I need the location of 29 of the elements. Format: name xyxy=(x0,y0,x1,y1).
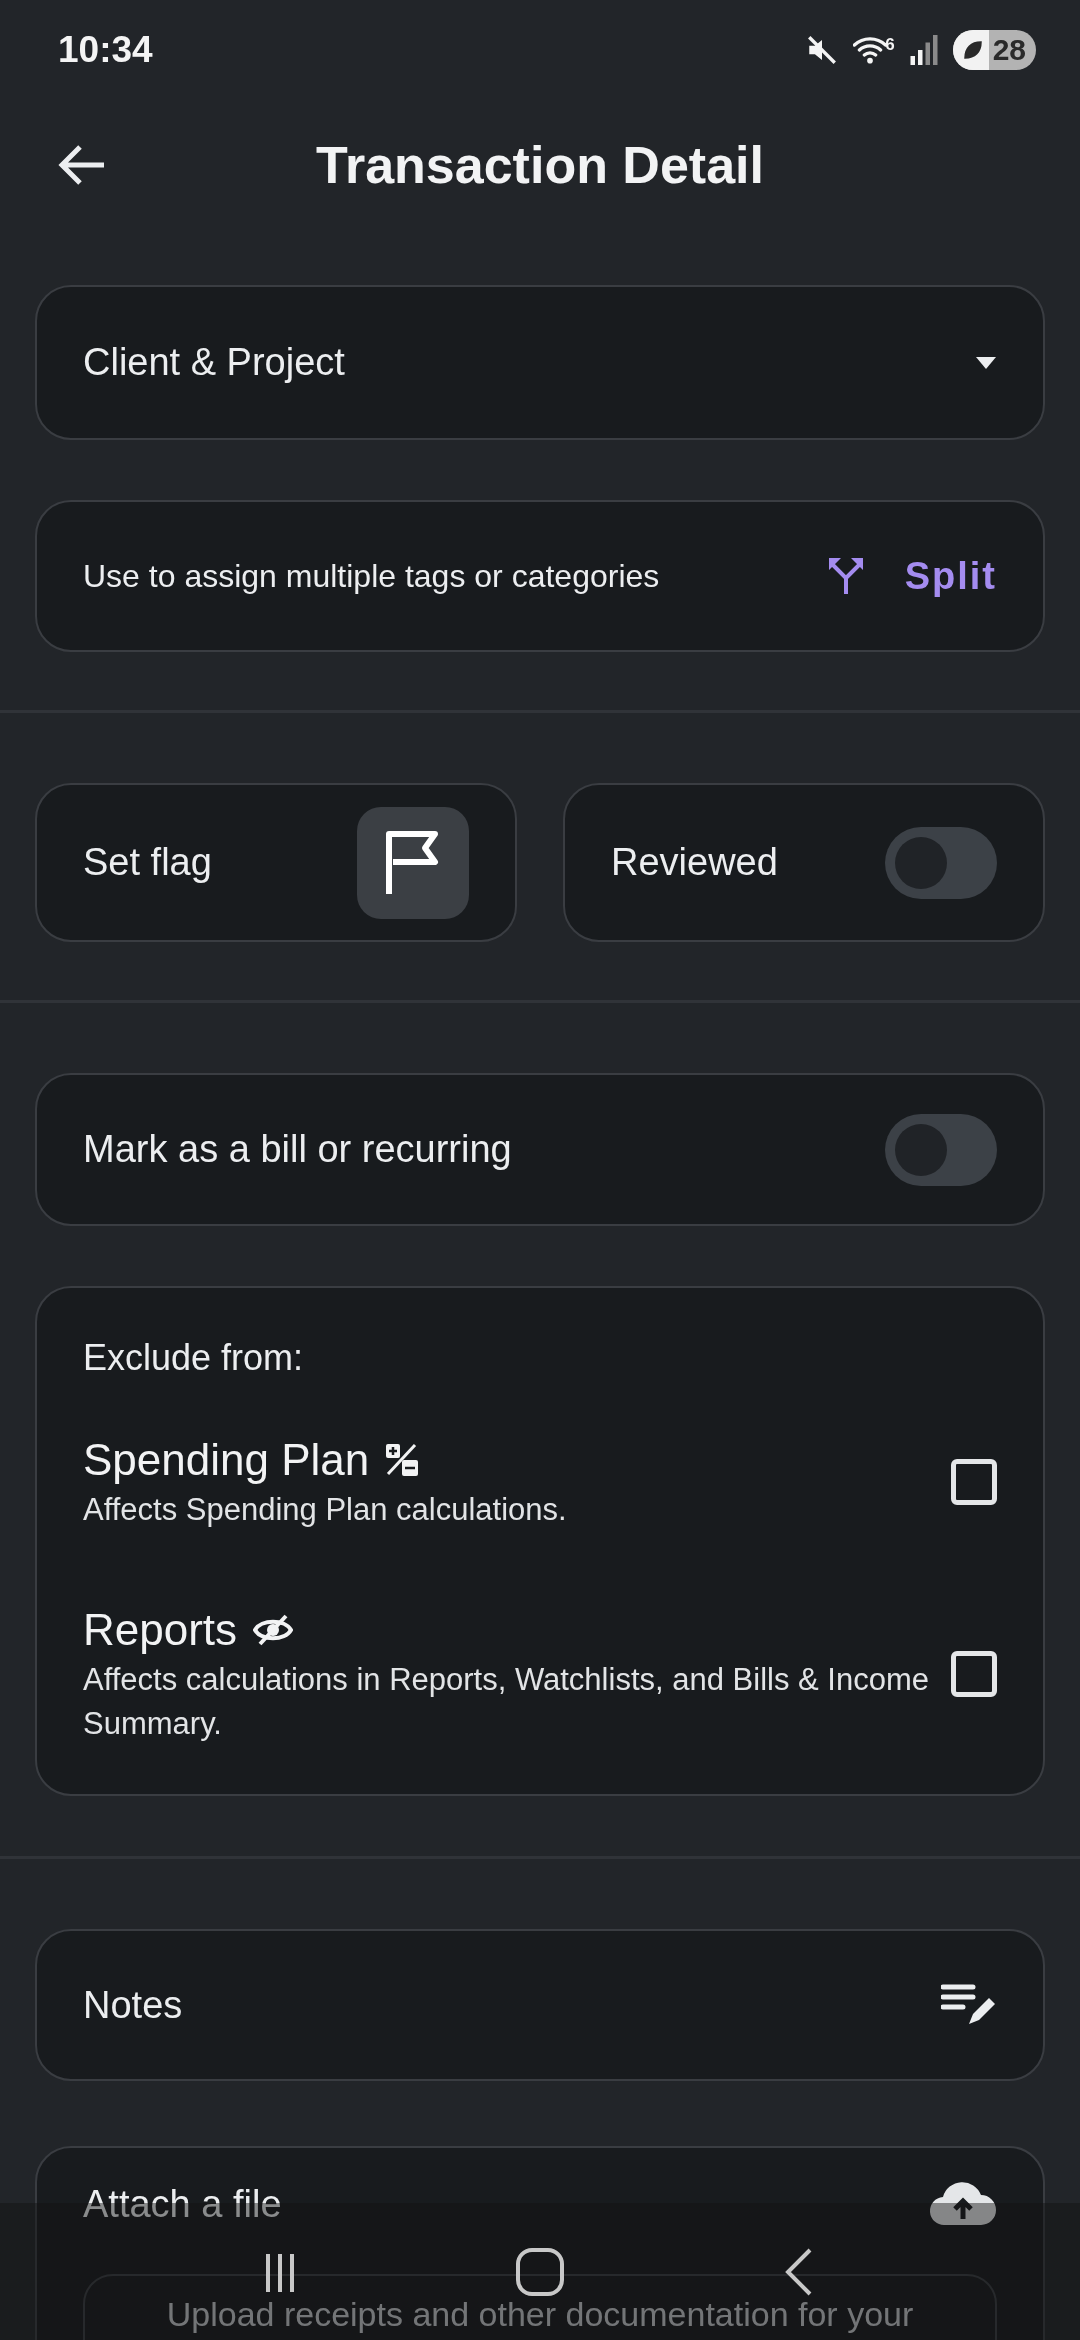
notes-card[interactable]: Notes xyxy=(35,1929,1045,2081)
wifi-icon xyxy=(853,35,888,65)
status-time: 10:34 xyxy=(58,29,154,71)
back-arrow-icon[interactable] xyxy=(56,143,106,187)
option-description: Affects calculations in Reports, Watchlists, and Bills & Income Summary. xyxy=(83,1661,930,1743)
client-project-dropdown[interactable]: Client & Project xyxy=(35,285,1045,440)
option-title: Spending Plan xyxy=(83,1434,370,1486)
network-type-label: 6 xyxy=(885,35,895,55)
battery-indicator: 28 xyxy=(952,30,1036,70)
signal-icon xyxy=(908,35,939,65)
upload-dropzone[interactable]: Upload receipts and other documentation for your xyxy=(83,2274,997,2340)
plus-minus-icon xyxy=(385,1443,420,1477)
option-description: Affects Spending Plan calculations. xyxy=(83,1491,568,1529)
recurring-card: Mark as a bill or recurring xyxy=(35,1073,1045,1226)
checkbox[interactable] xyxy=(951,1651,997,1697)
attachment-card: Attach a file Upload receipts and other documentation for your xyxy=(35,2146,1045,2340)
reviewed-card: Reviewed xyxy=(563,783,1045,942)
checkbox[interactable] xyxy=(951,1459,997,1505)
eye-slash-icon xyxy=(253,1614,294,1646)
screen-title: Transaction Detail xyxy=(316,135,764,195)
caret-icon xyxy=(975,355,997,370)
split-button[interactable]: Split xyxy=(826,554,997,598)
split-arrows-icon xyxy=(826,556,865,596)
exclude-title: Exclude from: xyxy=(83,1336,305,1380)
split-hint: Use to assign multiple tags or categories xyxy=(83,557,661,595)
option-title: Reports xyxy=(83,1604,238,1656)
flag-card: Set flag xyxy=(35,783,517,942)
flag-button[interactable] xyxy=(357,806,469,919)
cloud-upload-icon[interactable] xyxy=(929,2181,997,2227)
